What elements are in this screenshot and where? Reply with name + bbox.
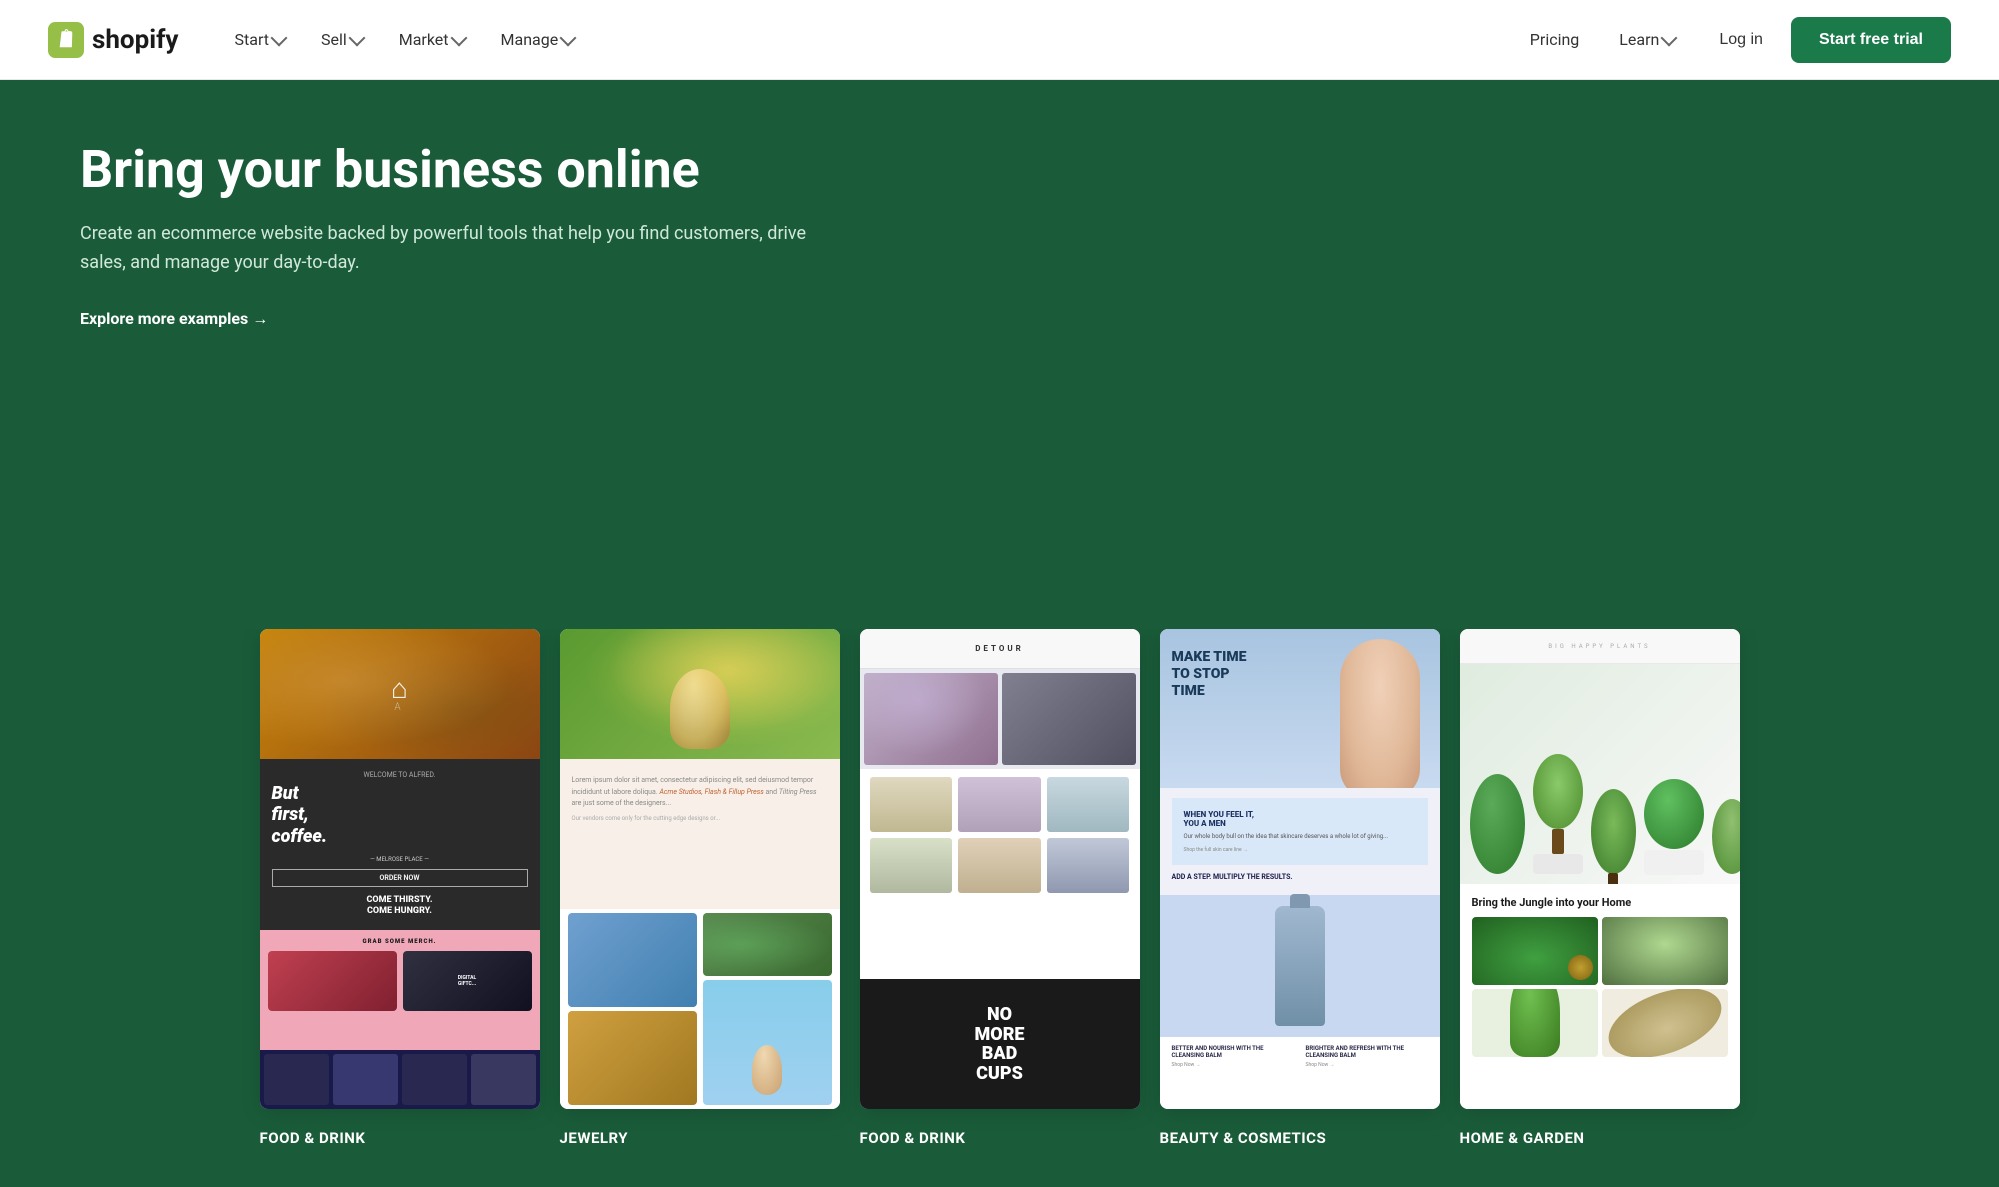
nav-item-learn[interactable]: Learn <box>1603 22 1691 57</box>
hero-title: Bring your business online <box>80 140 780 200</box>
logo-text: shopify <box>92 25 179 55</box>
card-image-garden: BIG HAPPY PLANTS <box>1460 629 1740 1109</box>
coffee-title: Butfirst,coffee. <box>272 783 528 848</box>
nav-item-start[interactable]: Start <box>219 22 301 57</box>
category-jewelry: JEWELRY <box>560 1129 840 1147</box>
card-food-alfred[interactable]: ⌂ A WELCOME TO ALFRED. Butfirst,coffee. … <box>260 629 540 1109</box>
detour-dark-section: NOMOREBADCUPS <box>860 979 1140 1109</box>
chevron-down-icon <box>1661 30 1678 47</box>
alfred-logo: ⌂ A <box>391 675 408 713</box>
detour-brand: DETOUR <box>975 644 1024 653</box>
garden-nav-header: BIG HAPPY PLANTS <box>1460 629 1740 664</box>
beauty-face <box>1340 639 1420 788</box>
beauty-add-step: ADD A STEP. MULTIPLY THE RESULTS. <box>1172 873 1428 881</box>
detour-products <box>860 769 1140 979</box>
beauty-hero-image: MAKE TIMETO STOPTIME <box>1160 629 1440 788</box>
detour-hero <box>860 669 1140 769</box>
garden-product-3 <box>1472 989 1598 1057</box>
jewelry-mid-section: Lorem ipsum dolor sit amet, consectetur … <box>560 759 840 909</box>
garden-mid-section: Bring the Jungle into your Home <box>1460 884 1740 1109</box>
come-thirsty: COME THIRSTY.COME HUNGRY. <box>272 895 528 918</box>
beauty-balm-2-text: Shop Now → <box>1306 1062 1428 1069</box>
garden-title: Bring the Jungle into your Home <box>1472 896 1728 909</box>
card-image-beauty: MAKE TIMETO STOPTIME WHEN YOU FEEL IT,YO… <box>1160 629 1440 1109</box>
food-mid-section: WELCOME TO ALFRED. Butfirst,coffee. — ME… <box>260 759 540 930</box>
detour-header: DETOUR <box>860 629 1140 669</box>
card-image-jewelry: Lorem ipsum dolor sit amet, consectetur … <box>560 629 840 1109</box>
beauty-when-section: WHEN YOU FEEL IT,YOU A MEN Our whole bod… <box>1172 798 1428 865</box>
hero-section: Bring your business online Create an eco… <box>0 80 1999 629</box>
chevron-down-icon <box>270 30 287 47</box>
beauty-footer-col-1: BETTER AND NOURISH WITH THE CLEANSING BA… <box>1172 1045 1294 1102</box>
beauty-subheadline: WHEN YOU FEEL IT,YOU A MEN <box>1184 810 1416 828</box>
nav-left-items: Start Sell Market Manage <box>219 22 1514 57</box>
explore-examples-link[interactable]: Explore more examples → <box>80 309 268 329</box>
login-button[interactable]: Log in <box>1699 21 1783 59</box>
garden-product-2 <box>1602 917 1728 985</box>
beauty-balm-2-label: BRIGHTER AND REFRESH WITH THE CLEANSING … <box>1306 1045 1428 1059</box>
food-bottom-section: GRAB SOME MERCH. DIGITALGIFTC... <box>260 930 540 1050</box>
card-garden[interactable]: BIG HAPPY PLANTS <box>1460 629 1740 1109</box>
jewelry-image-grid <box>560 909 840 1109</box>
nav-item-manage[interactable]: Manage <box>485 22 591 57</box>
beauty-footer-col-2: BRIGHTER AND REFRESH WITH THE CLEANSING … <box>1306 1045 1428 1102</box>
shopify-logo-icon <box>48 22 84 58</box>
card-jewelry[interactable]: Lorem ipsum dolor sit amet, consectetur … <box>560 629 840 1109</box>
grab-merch: GRAB SOME MERCH. <box>268 938 532 945</box>
category-beauty: BEAUTY & COSMETICS <box>1160 1129 1440 1147</box>
chevron-down-icon <box>450 30 467 47</box>
logo[interactable]: shopify <box>48 22 179 58</box>
category-home-garden: HOME & GARDEN <box>1460 1129 1740 1147</box>
chevron-down-icon <box>348 30 365 47</box>
detour-tagline: NOMOREBADCUPS <box>974 1005 1024 1084</box>
beauty-footer: BETTER AND NOURISH WITH THE CLEANSING BA… <box>1160 1037 1440 1110</box>
hero-subtitle: Create an ecommerce website backed by po… <box>80 220 840 278</box>
category-food-drink-1: FOOD & DRINK <box>260 1129 540 1147</box>
beauty-balm-1-text: Shop Now → <box>1172 1062 1294 1069</box>
nav-item-pricing[interactable]: Pricing <box>1514 22 1596 57</box>
cards-section: ⌂ A WELCOME TO ALFRED. Butfirst,coffee. … <box>0 629 1999 1187</box>
category-food-drink-2: FOOD & DRINK <box>860 1129 1140 1147</box>
card-categories-row: FOOD & DRINK JEWELRY FOOD & DRINK BEAUTY… <box>40 1109 1959 1187</box>
beauty-link-text: Shop the full skin care line → <box>1184 847 1416 853</box>
order-button: ORDER NOW <box>272 869 528 887</box>
food-footer <box>260 1050 540 1110</box>
beauty-body-text: Our whole body bull on the idea that ski… <box>1184 832 1416 841</box>
beauty-bottle <box>1275 906 1325 1026</box>
food-hero-image: ⌂ A <box>260 629 540 758</box>
card-detour[interactable]: DETOUR <box>860 629 1140 1109</box>
jewelry-more-text: Our vendors come only for the cutting ed… <box>572 815 828 822</box>
garden-product-4 <box>1602 989 1728 1057</box>
location-text: — MELROSE PLACE — <box>272 856 528 863</box>
garden-plants <box>1460 664 1740 884</box>
garden-hero-image <box>1460 664 1740 884</box>
beauty-mid-section: WHEN YOU FEEL IT,YOU A MEN Our whole bod… <box>1160 788 1440 895</box>
beauty-product-section <box>1160 895 1440 1036</box>
nav-right-items: Pricing Learn Log in Start free trial <box>1514 17 1951 63</box>
garden-product-grid <box>1472 917 1728 1057</box>
navbar: shopify Start Sell Market Manage Pricing… <box>0 0 1999 80</box>
cards-row: ⌂ A WELCOME TO ALFRED. Butfirst,coffee. … <box>40 629 1959 1109</box>
beauty-balm-1-label: BETTER AND NOURISH WITH THE CLEANSING BA… <box>1172 1045 1294 1059</box>
garden-nav-text: BIG HAPPY PLANTS <box>1548 643 1650 650</box>
garden-product-1 <box>1472 917 1598 985</box>
card-image-detour: DETOUR <box>860 629 1140 1109</box>
chevron-down-icon <box>560 30 577 47</box>
welcome-text: WELCOME TO ALFRED. <box>272 771 528 779</box>
nav-item-market[interactable]: Market <box>383 22 481 57</box>
start-free-trial-button[interactable]: Start free trial <box>1791 17 1951 63</box>
card-beauty[interactable]: MAKE TIMETO STOPTIME WHEN YOU FEEL IT,YO… <box>1160 629 1440 1109</box>
card-image-food-alfred: ⌂ A WELCOME TO ALFRED. Butfirst,coffee. … <box>260 629 540 1109</box>
nav-item-sell[interactable]: Sell <box>305 22 379 57</box>
jewelry-description: Lorem ipsum dolor sit amet, consectetur … <box>572 775 828 809</box>
beauty-headline: MAKE TIMETO STOPTIME <box>1172 649 1247 699</box>
jewelry-hero-image <box>560 629 840 759</box>
